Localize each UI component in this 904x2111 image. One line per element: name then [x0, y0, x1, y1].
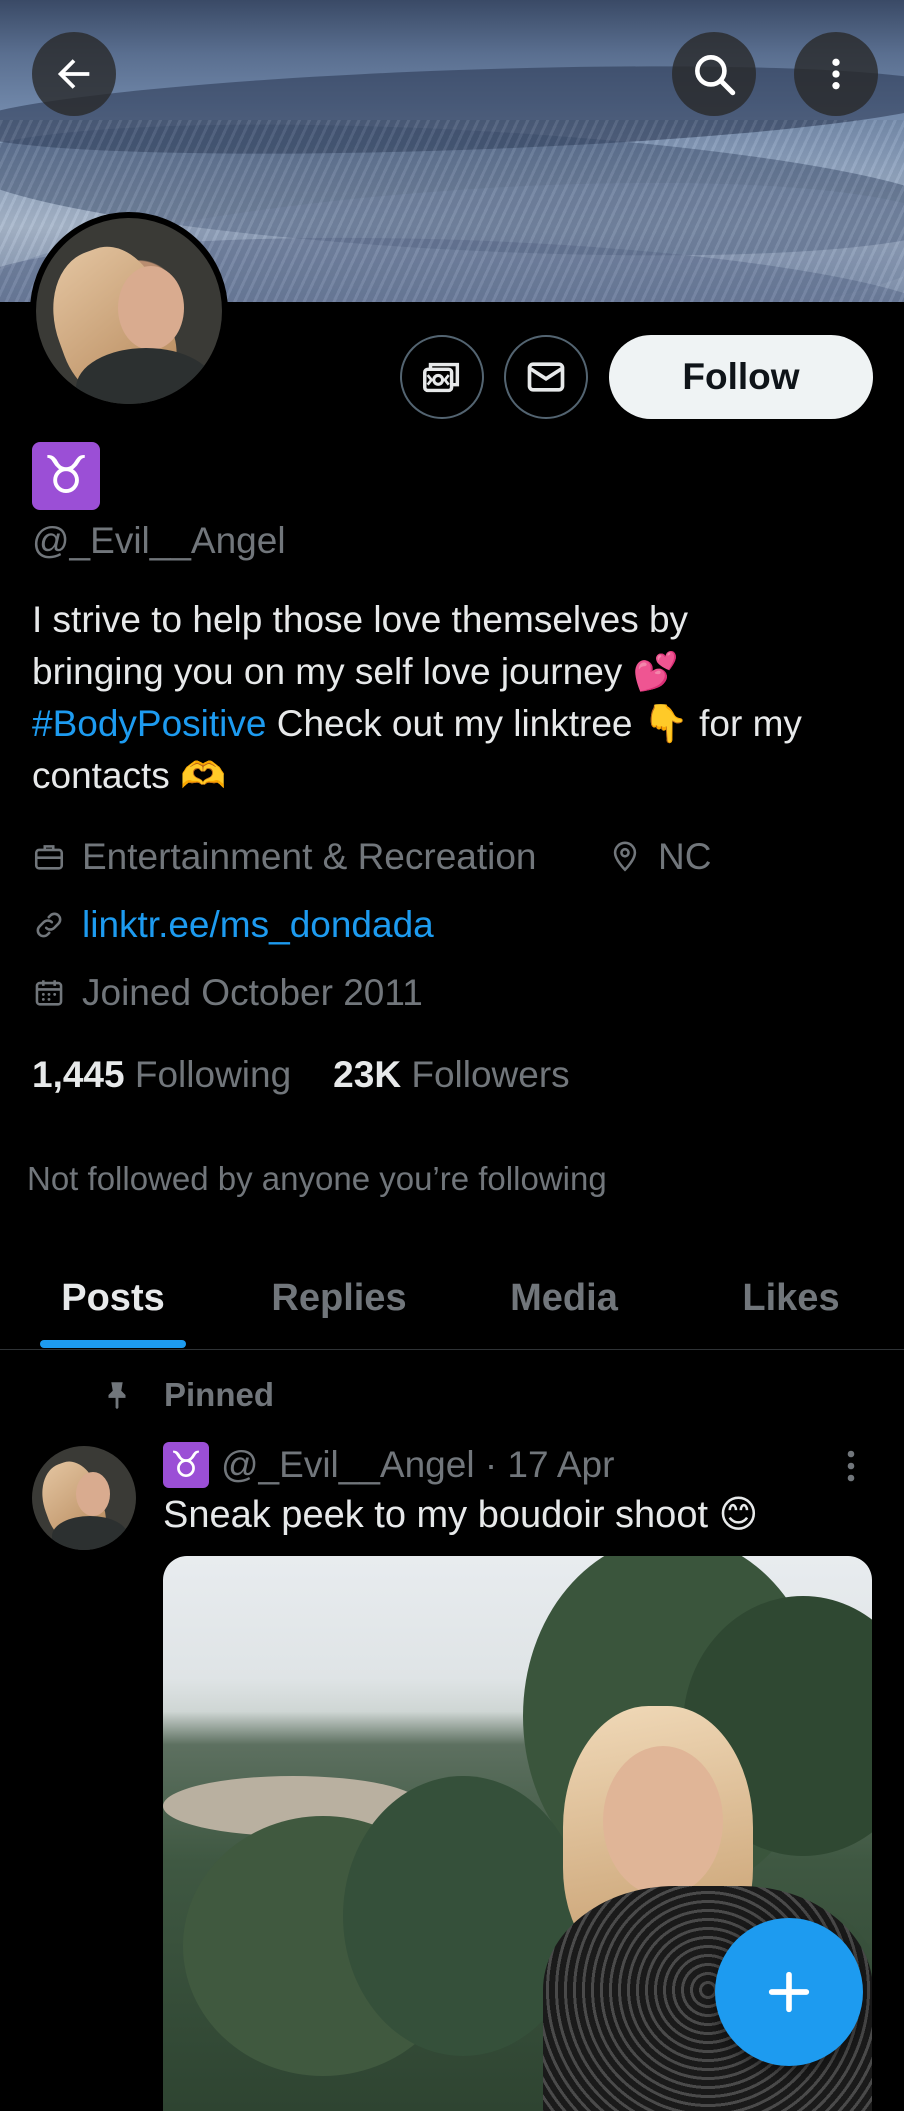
profile-handle: @_Evil__Angel [32, 520, 286, 561]
post-more-button[interactable] [836, 1446, 866, 1486]
more-options-button[interactable] [794, 32, 878, 116]
display-name-zodiac-emoji: ♉ [32, 442, 100, 510]
compose-post-button[interactable] [715, 1918, 863, 2066]
subscribe-button[interactable] [400, 335, 484, 419]
post-header[interactable]: ♉ @_Evil__Angel · 17 Apr [163, 1442, 614, 1488]
profile-bio: I strive to help those love themselves b… [32, 599, 802, 797]
tab-replies[interactable]: Replies [250, 1248, 428, 1348]
post-author-meta: @_Evil__Angel · 17 Apr [221, 1444, 615, 1485]
mutual-followers-note: Not followed by anyone you’re following [27, 1160, 607, 1197]
message-button[interactable] [504, 335, 588, 419]
follow-stats: 1,445 Following 23K Followers [32, 1054, 570, 1096]
subscribe-icon [423, 362, 460, 393]
profile-joined-date: Joined October 2011 [32, 972, 423, 1014]
hashtag-link[interactable]: #BodyPositive [32, 703, 266, 744]
follow-button[interactable]: Follow [609, 335, 873, 419]
plus-icon [768, 1971, 810, 2013]
more-vertical-icon [832, 58, 840, 90]
following-stat[interactable]: 1,445 Following [32, 1054, 291, 1096]
profile-category: Entertainment & Recreation [32, 836, 537, 878]
briefcase-icon [32, 840, 66, 874]
post-author-avatar[interactable] [32, 1446, 136, 1550]
tab-media[interactable]: Media [480, 1248, 648, 1348]
post-text: Sneak peek to my boudoir shoot 😊 [163, 1492, 759, 1536]
profile-tabs: Posts Replies Media Likes [0, 1248, 904, 1350]
back-button[interactable] [32, 32, 116, 116]
more-vertical-icon [847, 1450, 855, 1482]
post-author-zodiac-emoji: ♉ [163, 1442, 209, 1488]
website-link[interactable]: linktr.ee/ms_dondada [82, 904, 434, 946]
arrow-left-icon [57, 59, 90, 89]
active-tab-indicator [40, 1340, 186, 1348]
profile-website: linktr.ee/ms_dondada [32, 904, 434, 946]
profile-avatar[interactable] [30, 212, 228, 410]
tab-likes[interactable]: Likes [706, 1248, 876, 1348]
link-icon [32, 908, 66, 942]
envelope-icon [527, 362, 565, 392]
pin-icon [100, 1378, 134, 1412]
followers-stat[interactable]: 23K Followers [333, 1054, 570, 1096]
search-button[interactable] [672, 32, 756, 116]
calendar-icon [32, 976, 66, 1010]
location-pin-icon [608, 840, 642, 874]
pinned-label: Pinned [100, 1376, 274, 1414]
profile-location: NC [608, 836, 711, 878]
tab-posts[interactable]: Posts [40, 1248, 186, 1348]
search-icon [695, 55, 736, 96]
